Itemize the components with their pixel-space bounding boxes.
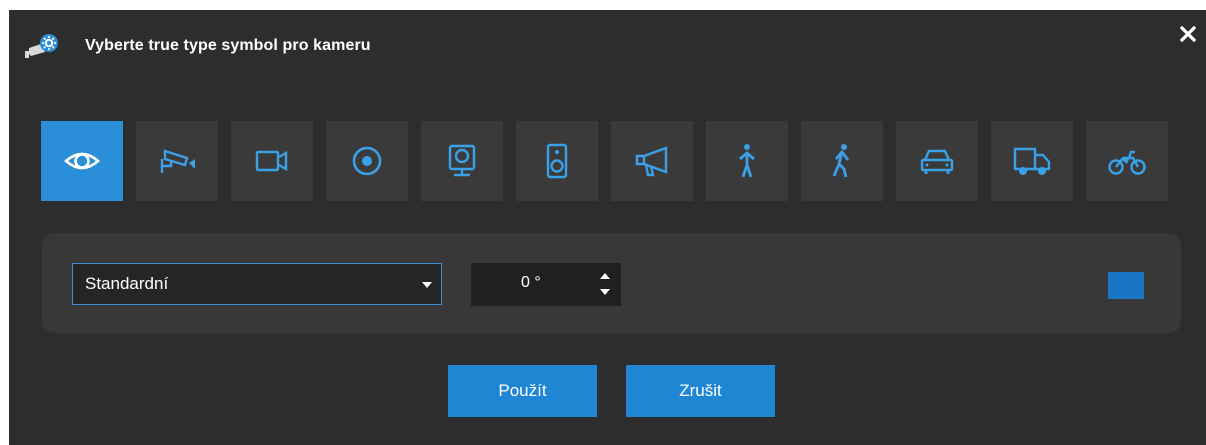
video-camera-icon (255, 150, 288, 172)
symbol-motorcycle[interactable] (1086, 121, 1168, 201)
person-standing-icon (739, 144, 755, 178)
megaphone-icon (635, 146, 668, 177)
title-bar: Vyberte true type symbol pro kameru (9, 10, 1206, 80)
close-icon (1180, 26, 1196, 42)
eye-icon (64, 152, 100, 170)
chevron-down-icon (422, 282, 432, 288)
close-button[interactable] (1174, 20, 1202, 48)
security-camera-icon (160, 149, 195, 173)
color-swatch[interactable] (1108, 272, 1144, 299)
arrow-up-icon[interactable] (599, 271, 611, 281)
person-walking-icon (832, 144, 850, 178)
cancel-button[interactable]: Zrušit (626, 365, 775, 417)
speaker-icon (546, 143, 568, 179)
style-select-value: Standardní (85, 274, 169, 293)
symbol-security-camera[interactable] (136, 121, 218, 201)
angle-value: 0 ° (521, 274, 541, 291)
angle-stepper[interactable]: 0 ° (471, 263, 621, 306)
motorcycle-icon (1108, 150, 1146, 175)
symbol-person-standing[interactable] (706, 121, 788, 201)
symbol-webcam[interactable] (421, 121, 503, 201)
symbol-person-walking[interactable] (801, 121, 883, 201)
options-panel: Standardní 0 ° (42, 233, 1181, 333)
symbol-truck[interactable] (991, 121, 1073, 201)
symbol-video-camera[interactable] (231, 121, 313, 201)
camera-settings-icon (21, 34, 61, 64)
symbol-eye[interactable] (41, 121, 123, 201)
record-icon (352, 146, 382, 176)
car-icon (920, 149, 954, 174)
truck-icon (1013, 147, 1051, 175)
symbol-record[interactable] (326, 121, 408, 201)
apply-button[interactable]: Použít (448, 365, 597, 417)
symbol-dialog: Vyberte true type symbol pro kameru Stan… (9, 10, 1206, 445)
dialog-title: Vyberte true type symbol pro kameru (85, 37, 371, 54)
arrow-down-icon[interactable] (599, 287, 611, 297)
symbol-megaphone[interactable] (611, 121, 693, 201)
style-select[interactable]: Standardní (72, 263, 442, 305)
webcam-icon (448, 144, 476, 177)
symbol-speaker[interactable] (516, 121, 598, 201)
symbol-car[interactable] (896, 121, 978, 201)
symbol-picker (41, 121, 1181, 201)
